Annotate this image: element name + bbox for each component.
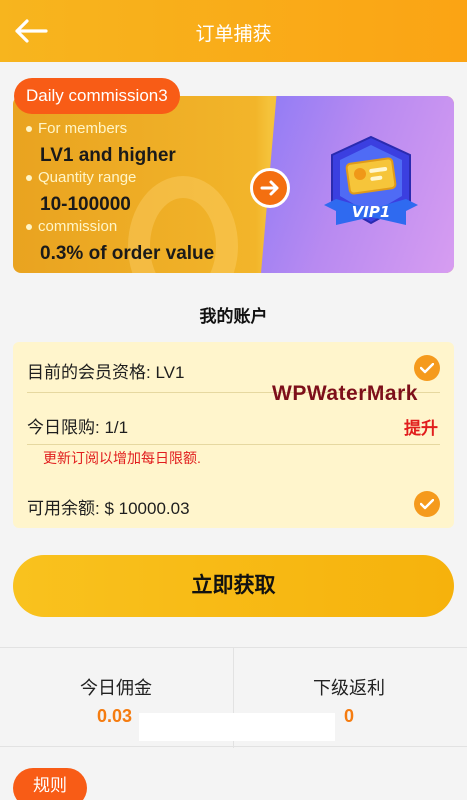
today-commission-value: 0.03 xyxy=(97,706,133,726)
daily-limit-text: 今日限购: 1/1 xyxy=(27,418,129,437)
redaction-box xyxy=(139,713,335,741)
commission-value: 0.3% of order value xyxy=(40,243,215,264)
membership-text: 目前的会员资格: LV1 xyxy=(27,363,185,382)
get-now-button[interactable]: 立即获取 xyxy=(13,555,454,617)
svg-text:VIP1: VIP1 xyxy=(352,203,391,221)
commission-label: commission xyxy=(26,218,117,235)
check-icon xyxy=(414,491,440,517)
upgrade-link[interactable]: 提升 xyxy=(404,414,438,439)
daily-commission-badge: Daily commission3 xyxy=(14,78,180,114)
quantity-value: 10-100000 xyxy=(40,194,131,215)
members-label: For members xyxy=(26,120,127,137)
watermark-text: WPWaterMark xyxy=(272,382,418,405)
sub-rebate-value: 0 xyxy=(344,706,355,726)
header-bar: 订单捕获 xyxy=(0,0,467,62)
quantity-label: Quantity range xyxy=(26,169,136,186)
balance-text: 可用余额: $ 10000.03 xyxy=(27,499,190,518)
rules-button[interactable]: 规则 xyxy=(13,768,87,800)
page-title: 订单捕获 xyxy=(195,24,272,45)
account-title: 我的账户 xyxy=(199,307,268,326)
members-value: LV1 and higher xyxy=(40,145,176,166)
check-icon xyxy=(414,355,440,381)
limit-note: 更新订阅以增加每日限额. xyxy=(43,450,201,466)
account-card: 目前的会员资格: LV1 今日限购: 1/1 提升 更新订阅以增加每日限额. 可… xyxy=(13,342,454,528)
arrow-right-circle-icon[interactable] xyxy=(250,168,290,208)
sub-rebate-label: 下级返利 xyxy=(313,678,385,698)
divider xyxy=(27,444,440,445)
today-commission-label: 今日佣金 xyxy=(80,678,152,698)
vip-badge-icon: VIP1 xyxy=(324,135,418,225)
